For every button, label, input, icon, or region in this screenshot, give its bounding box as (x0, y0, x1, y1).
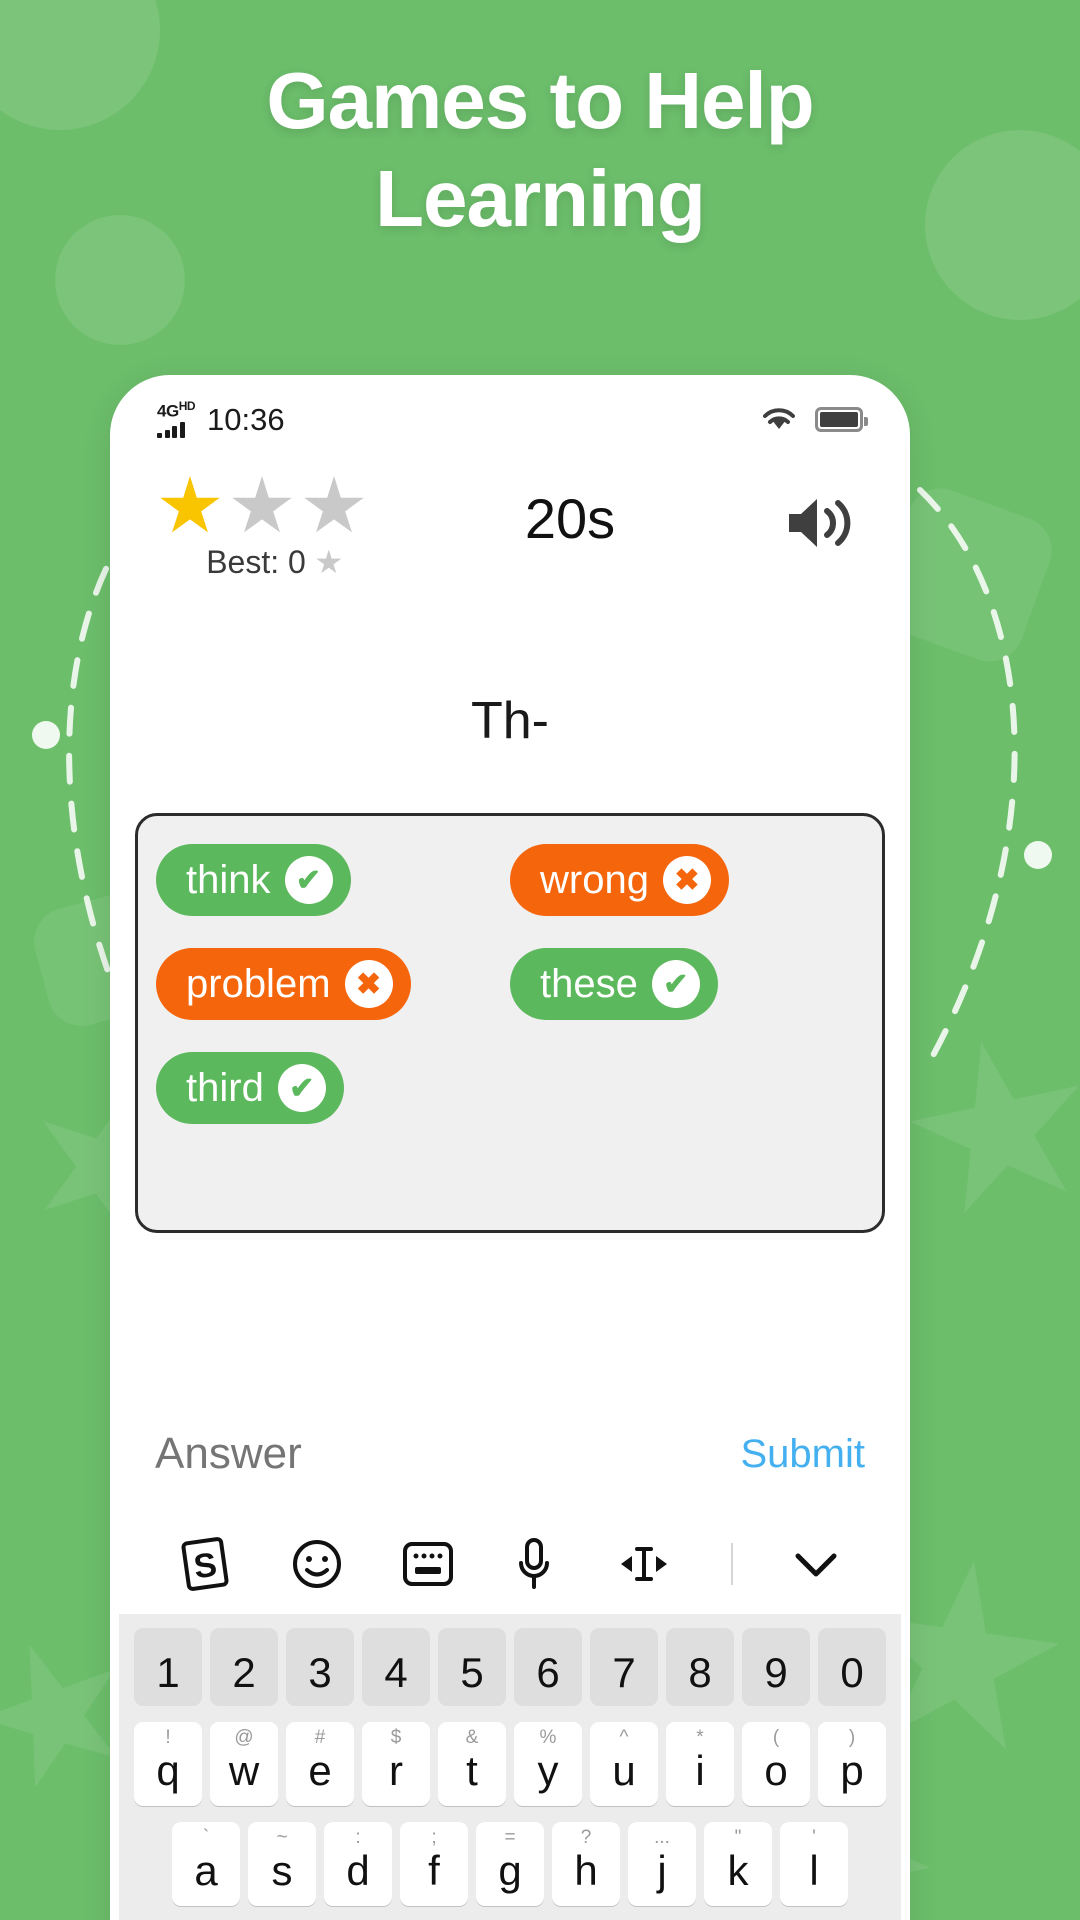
phone-mockup: 4GHD 10:36 Best: 0 20s Th- think ✔ wrong… (110, 375, 910, 1920)
chip-label: problem (186, 961, 331, 1006)
key-p[interactable]: ) p (818, 1722, 886, 1806)
key-o[interactable]: (o (742, 1722, 810, 1806)
check-circle-icon: ✔ (277, 1064, 326, 1112)
key-t[interactable]: & t (438, 1722, 506, 1806)
best-star-icon (316, 549, 342, 574)
key-1[interactable]: 1 (134, 1628, 202, 1706)
key-2[interactable]: 2 (210, 1628, 278, 1706)
answer-chip[interactable]: wrong ✖ (510, 844, 729, 916)
key-e[interactable]: # e (286, 1722, 354, 1806)
keyboard-number-row: 1 2 3 4 5 6 7 8 9 0 (127, 1628, 893, 1706)
signal-bars-icon (157, 421, 185, 438)
game-header: Best: 0 20s (119, 454, 901, 581)
score-star-3-icon (304, 476, 364, 533)
answer-input[interactable] (155, 1429, 741, 1479)
svg-text:S: S (192, 1546, 220, 1587)
chip-label: wrong (540, 857, 649, 902)
sogou-logo-icon[interactable]: S (176, 1535, 234, 1593)
battery-icon (815, 406, 868, 432)
check-circle-icon: ✔ (651, 960, 700, 1008)
chip-label: third (186, 1065, 264, 1110)
key-5[interactable]: 5 (438, 1628, 506, 1706)
key-u[interactable]: ^ u (590, 1722, 658, 1806)
dashed-arc-right (917, 487, 1052, 1073)
key-9[interactable]: 9 (742, 1628, 810, 1706)
key-i[interactable]: * i (666, 1722, 734, 1806)
network-indicator: 4GHD (157, 399, 196, 438)
check-circle-icon: ✔ (284, 856, 333, 904)
answer-chip[interactable]: think ✔ (156, 844, 351, 916)
key-y[interactable]: % y (514, 1722, 582, 1806)
stars-row (159, 476, 389, 538)
key-w[interactable]: @ w (210, 1722, 278, 1806)
emoji-icon[interactable] (289, 1536, 345, 1592)
keyboard-toolbar: S (119, 1514, 901, 1614)
keyboard-rows: 1 2 3 4 5 6 7 8 9 0 ! q @ w # e $ r & t % y ^ u… (119, 1614, 901, 1906)
key-4[interactable]: 4 (362, 1628, 430, 1706)
key-g[interactable]: = g (476, 1822, 544, 1906)
score-stars-group: Best: 0 (159, 476, 389, 581)
chip-label: think (186, 857, 271, 902)
keyboard-letter-row-2: ` a ~ s :d ; f = g ? h ... j " k ' l (127, 1822, 893, 1906)
key-8[interactable]: 8 (666, 1628, 734, 1706)
keyboard-letter-row-1: ! q @ w # e $ r & t % y ^ u * i (o ) p (127, 1722, 893, 1806)
x-circle-icon: ✖ (662, 856, 711, 904)
chip-grid: think ✔ wrong ✖ problem ✖ these ✔ third … (156, 844, 864, 1124)
key-j[interactable]: ... j (628, 1822, 696, 1906)
key-7[interactable]: 7 (590, 1628, 658, 1706)
chip-label: these (540, 961, 638, 1006)
best-score: Best: 0 (159, 544, 389, 581)
key-d[interactable]: :d (324, 1822, 392, 1906)
status-bar-time: 10:36 (207, 401, 285, 437)
keyboard-settings-icon[interactable] (399, 1537, 457, 1591)
score-star-2-icon (232, 476, 292, 533)
key-k[interactable]: " k (704, 1822, 772, 1906)
network-type-label: 4GHD (157, 399, 196, 421)
answers-card: think ✔ wrong ✖ problem ✖ these ✔ third … (135, 813, 885, 1233)
phone-screen: 4GHD 10:36 Best: 0 20s Th- think ✔ wrong… (119, 384, 901, 1920)
status-bar: 4GHD 10:36 (119, 384, 901, 454)
key-r[interactable]: $ r (362, 1722, 430, 1806)
toolbar-divider (731, 1543, 734, 1585)
speaker-icon (789, 499, 851, 547)
page-title: Games to Help Learning (0, 52, 1080, 247)
cursor-move-icon[interactable] (611, 1539, 677, 1589)
x-circle-icon: ✖ (344, 960, 393, 1008)
microphone-icon[interactable] (512, 1535, 556, 1593)
word-prompt: Th- (471, 692, 549, 750)
key-q[interactable]: ! q (134, 1722, 202, 1806)
answer-bar: Submit (119, 1394, 901, 1514)
best-score-label: Best: 0 (206, 544, 306, 580)
key-l[interactable]: ' l (780, 1822, 848, 1906)
key-h[interactable]: ? h (552, 1822, 620, 1906)
virtual-keyboard: S 1 2 3 4 5 6 7 8 9 0 ! q @ w # e $ r & … (119, 1514, 901, 1920)
submit-button[interactable]: Submit (741, 1432, 866, 1477)
key-f[interactable]: ; f (400, 1822, 468, 1906)
key-6[interactable]: 6 (514, 1628, 582, 1706)
headline-line-1: Games to Help (266, 56, 814, 145)
key-s[interactable]: ~ s (248, 1822, 316, 1906)
timer-display: 20s (524, 487, 616, 550)
wifi-icon (763, 408, 795, 429)
answer-chip[interactable]: third ✔ (156, 1052, 344, 1124)
answer-chip[interactable]: problem ✖ (156, 948, 411, 1020)
key-a[interactable]: ` a (172, 1822, 240, 1906)
headline-line-2: Learning (375, 153, 706, 243)
key-0[interactable]: 0 (818, 1628, 886, 1706)
score-star-1-icon (160, 476, 220, 533)
sound-toggle-button[interactable] (751, 476, 861, 554)
answer-chip[interactable]: these ✔ (510, 948, 718, 1020)
chevron-down-icon[interactable] (788, 1544, 844, 1584)
key-3[interactable]: 3 (286, 1628, 354, 1706)
